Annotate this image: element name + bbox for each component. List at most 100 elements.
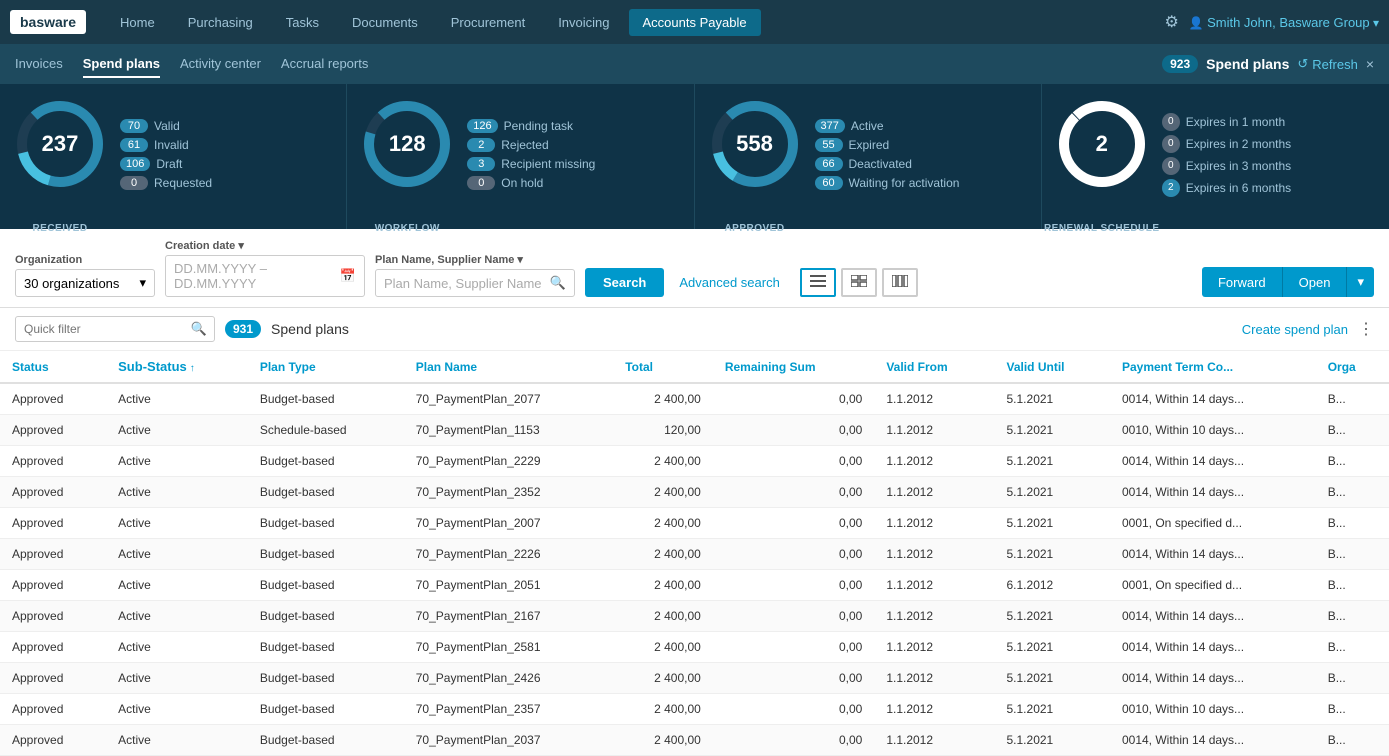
table-row[interactable]: Approved Active Budget-based 70_PaymentP… bbox=[0, 725, 1389, 756]
cell-payterm: 0014, Within 14 days... bbox=[1110, 601, 1316, 632]
col-org[interactable]: Orga bbox=[1316, 351, 1389, 383]
cell-substatus: Active bbox=[106, 725, 248, 756]
cell-payterm: 0014, Within 14 days... bbox=[1110, 663, 1316, 694]
cell-total: 2 400,00 bbox=[613, 477, 713, 508]
col-validfrom[interactable]: Valid From bbox=[874, 351, 994, 383]
nav-procurement[interactable]: Procurement bbox=[437, 9, 539, 36]
nav-home[interactable]: Home bbox=[106, 9, 169, 36]
col-validuntil[interactable]: Valid Until bbox=[995, 351, 1110, 383]
table-row[interactable]: Approved Active Schedule-based 70_Paymen… bbox=[0, 415, 1389, 446]
table-row[interactable]: Approved Active Budget-based 70_PaymentP… bbox=[0, 539, 1389, 570]
table-menu-button[interactable]: ⋮ bbox=[1358, 319, 1374, 339]
cell-remaining: 0,00 bbox=[713, 446, 875, 477]
cell-validuntil: 5.1.2021 bbox=[995, 477, 1110, 508]
cell-validfrom: 1.1.2012 bbox=[874, 570, 994, 601]
view-grid-button[interactable] bbox=[841, 268, 877, 297]
create-spend-plan-link[interactable]: Create spend plan bbox=[1242, 322, 1348, 337]
table-row[interactable]: Approved Active Budget-based 70_PaymentP… bbox=[0, 446, 1389, 477]
cell-validuntil: 5.1.2021 bbox=[995, 632, 1110, 663]
renewal-1month: 0 Expires in 1 month bbox=[1162, 113, 1374, 131]
col-remaining[interactable]: Remaining Sum bbox=[713, 351, 875, 383]
nav-purchasing[interactable]: Purchasing bbox=[174, 9, 267, 36]
subnav-invoices[interactable]: Invoices bbox=[15, 51, 63, 78]
table-row[interactable]: Approved Active Budget-based 70_PaymentP… bbox=[0, 632, 1389, 663]
on-hold-badge: 0 bbox=[467, 176, 495, 190]
cell-planname: 70_PaymentPlan_2352 bbox=[404, 477, 613, 508]
forward-button[interactable]: Forward bbox=[1202, 267, 1282, 297]
cell-total: 2 400,00 bbox=[613, 539, 713, 570]
col-substatus[interactable]: Sub-Status↑ bbox=[106, 351, 248, 383]
cell-payterm: 0010, Within 10 days... bbox=[1110, 415, 1316, 446]
org-filter-select[interactable]: 30 organizations ▾ bbox=[15, 269, 155, 297]
subnav-activity-center[interactable]: Activity center bbox=[180, 51, 261, 78]
cell-total: 2 400,00 bbox=[613, 570, 713, 601]
subnav-spend-plans[interactable]: Spend plans bbox=[83, 51, 160, 78]
cell-substatus: Active bbox=[106, 663, 248, 694]
card-workflow: 128 WORKFLOW 126 Pending task 2 Rejected… bbox=[347, 84, 694, 229]
cell-org: B... bbox=[1316, 508, 1389, 539]
workflow-donut[interactable]: 128 bbox=[362, 99, 452, 189]
table-container: Status Sub-Status↑ Plan Type Plan Name T… bbox=[0, 351, 1389, 756]
cell-validfrom: 1.1.2012 bbox=[874, 725, 994, 756]
settings-icon[interactable]: ⚙ bbox=[1164, 12, 1178, 32]
nav-documents[interactable]: Documents bbox=[338, 9, 432, 36]
sub-nav-right: 923 Spend plans ↺ Refresh × bbox=[1162, 55, 1374, 73]
col-plantype[interactable]: Plan Type bbox=[248, 351, 404, 383]
org-filter-group: Organization 30 organizations ▾ bbox=[15, 254, 155, 297]
nav-tasks[interactable]: Tasks bbox=[272, 9, 333, 36]
view-columns-button[interactable] bbox=[882, 268, 918, 297]
subnav-accrual-reports[interactable]: Accrual reports bbox=[281, 51, 368, 78]
more-actions-button[interactable]: ▾ bbox=[1346, 267, 1374, 297]
received-donut-wrapper: 237 RECEIVED bbox=[15, 99, 105, 214]
quick-filter-input[interactable] bbox=[15, 316, 215, 342]
recipient-missing-label: Recipient missing bbox=[501, 157, 595, 171]
col-total[interactable]: Total bbox=[613, 351, 713, 383]
rejected-badge: 2 bbox=[467, 138, 495, 152]
card-received: 237 RECEIVED 70 Valid 61 Invalid 106 Dra… bbox=[0, 84, 347, 229]
search-button[interactable]: Search bbox=[585, 268, 664, 297]
cell-validuntil: 5.1.2021 bbox=[995, 601, 1110, 632]
cell-validfrom: 1.1.2012 bbox=[874, 663, 994, 694]
nav-accounts-payable[interactable]: Accounts Payable bbox=[629, 9, 761, 36]
nav-right: ⚙ 👤 Smith John, Basware Group ▾ bbox=[1164, 12, 1379, 32]
col-planname[interactable]: Plan Name bbox=[404, 351, 613, 383]
cell-status: Approved bbox=[0, 508, 106, 539]
plan-name-input[interactable]: Plan Name, Supplier Name 🔍 bbox=[375, 269, 575, 297]
cell-substatus: Active bbox=[106, 415, 248, 446]
received-donut[interactable]: 237 bbox=[15, 99, 105, 189]
renewal-3months-dot: 0 bbox=[1162, 157, 1180, 175]
open-button[interactable]: Open bbox=[1282, 267, 1347, 297]
advanced-search-button[interactable]: Advanced search bbox=[674, 268, 784, 297]
close-button[interactable]: × bbox=[1366, 56, 1374, 72]
col-payterm[interactable]: Payment Term Co... bbox=[1110, 351, 1316, 383]
table-row[interactable]: Approved Active Budget-based 70_PaymentP… bbox=[0, 570, 1389, 601]
sub-nav-links: Invoices Spend plans Activity center Acc… bbox=[15, 51, 1162, 78]
top-navigation: basware Home Purchasing Tasks Documents … bbox=[0, 0, 1389, 44]
table-row[interactable]: Approved Active Budget-based 70_PaymentP… bbox=[0, 663, 1389, 694]
view-list-button[interactable] bbox=[800, 268, 836, 297]
user-menu[interactable]: 👤 Smith John, Basware Group ▾ bbox=[1189, 15, 1379, 30]
renewal-donut[interactable]: 2 bbox=[1057, 99, 1147, 189]
cell-remaining: 0,00 bbox=[713, 539, 875, 570]
cell-validfrom: 1.1.2012 bbox=[874, 446, 994, 477]
received-label: RECEIVED bbox=[32, 223, 87, 234]
cell-payterm: 0001, On specified d... bbox=[1110, 570, 1316, 601]
table-row[interactable]: Approved Active Budget-based 70_PaymentP… bbox=[0, 477, 1389, 508]
cell-validfrom: 1.1.2012 bbox=[874, 508, 994, 539]
nav-invoicing[interactable]: Invoicing bbox=[544, 9, 623, 36]
table-row[interactable]: Approved Active Budget-based 70_PaymentP… bbox=[0, 383, 1389, 415]
cell-validuntil: 5.1.2021 bbox=[995, 508, 1110, 539]
renewal-stats: 0 Expires in 1 month 0 Expires in 2 mont… bbox=[1162, 113, 1374, 201]
table-row[interactable]: Approved Active Budget-based 70_PaymentP… bbox=[0, 508, 1389, 539]
date-filter-input[interactable]: DD.MM.YYYY – DD.MM.YYYY 📅 bbox=[165, 255, 365, 297]
logo[interactable]: basware bbox=[10, 10, 86, 34]
cell-substatus: Active bbox=[106, 694, 248, 725]
cell-validfrom: 1.1.2012 bbox=[874, 694, 994, 725]
stat-on-hold: 0 On hold bbox=[467, 176, 678, 190]
refresh-button[interactable]: ↺ Refresh bbox=[1297, 56, 1357, 72]
table-row[interactable]: Approved Active Budget-based 70_PaymentP… bbox=[0, 601, 1389, 632]
table-row[interactable]: Approved Active Budget-based 70_PaymentP… bbox=[0, 694, 1389, 725]
col-status[interactable]: Status bbox=[0, 351, 106, 383]
approved-donut[interactable]: 558 bbox=[710, 99, 800, 189]
cell-total: 2 400,00 bbox=[613, 694, 713, 725]
